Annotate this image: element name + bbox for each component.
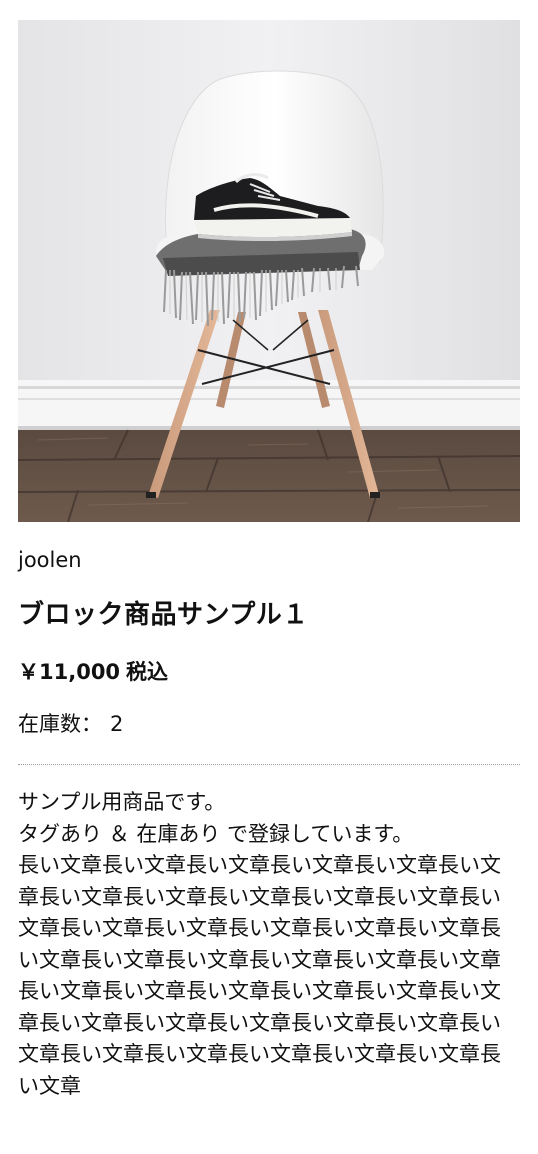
product-price: ￥11,000 税込 bbox=[18, 658, 168, 686]
tax-label: 税込 bbox=[126, 660, 169, 684]
stock-info: 在庫数： 2 bbox=[18, 710, 123, 738]
product-description: サンプル用商品です。 タグあり ＆ 在庫あり で登録しています。 長い文章長い文… bbox=[18, 790, 501, 1098]
product-image[interactable] bbox=[18, 20, 520, 522]
product-card: joolen ブロック商品サンプル１ ￥11,000 税込 在庫数： 2 サンプル用… bbox=[0, 0, 538, 1154]
product-photo bbox=[18, 20, 520, 522]
price-value: ￥11,000 bbox=[18, 660, 121, 684]
stock-label: 在庫数： bbox=[18, 712, 102, 736]
divider bbox=[18, 764, 520, 765]
product-title[interactable]: ブロック商品サンプル１ bbox=[18, 598, 309, 632]
stock-value: 2 bbox=[110, 712, 124, 736]
brand-name[interactable]: joolen bbox=[18, 546, 82, 574]
